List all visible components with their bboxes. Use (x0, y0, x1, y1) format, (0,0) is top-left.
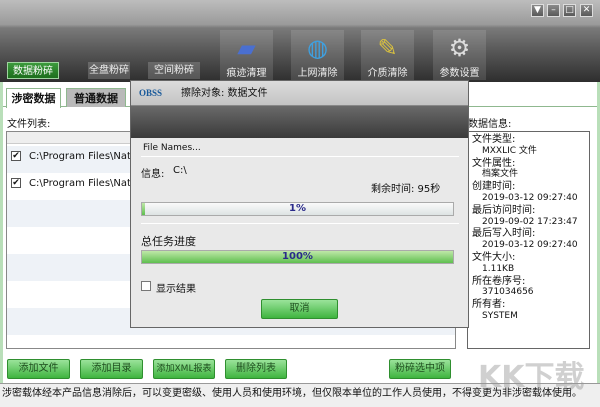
minimize-button[interactable]: – (547, 4, 560, 17)
watermark: KK下载 (478, 360, 585, 395)
info-field-value: MXXLIC 文件 (482, 145, 537, 156)
dialog-banner (131, 106, 468, 138)
tab-disk-shred[interactable]: 全盘粉碎 (88, 62, 130, 79)
total-progress-bar: 100% (141, 250, 454, 264)
separator (141, 156, 459, 157)
checkbox-checked-icon[interactable]: ✔ (11, 151, 21, 161)
separator (141, 223, 459, 224)
info-field-label: 文件大小: (472, 251, 516, 263)
info-field-label: 最后访问时间: (472, 204, 536, 216)
tab-data-shred[interactable]: 数据粉碎 (7, 62, 59, 79)
internet-clean-label: 上网清除 (297, 68, 338, 79)
remaining-time: 剩余时间: 95秒 (371, 184, 441, 195)
globe-icon: ◍ (307, 34, 328, 62)
settings-button[interactable]: ⚙ 参数设置 (433, 30, 486, 80)
obss-logo: OBSS (139, 88, 163, 98)
shred-selected-button[interactable]: 粉碎选中项 (389, 359, 451, 379)
info-field-label: 文件类型: (472, 134, 516, 145)
gear-icon: ⚙ (448, 34, 471, 62)
show-result-checkbox[interactable] (141, 281, 151, 291)
file-names-label: File Names... (143, 143, 201, 153)
shred-progress-dialog: OBSS 擦除对象: 数据文件 File Names... 信息: C:\ 剩余… (130, 80, 469, 328)
info-value: C:\ (173, 165, 187, 176)
info-field-value: SYSTEM (482, 310, 518, 321)
progress-text: 1% (289, 203, 306, 214)
info-field-value: 2019-03-12 09:27:40 (482, 240, 578, 251)
trace-clean-label: 痕迹清理 (226, 68, 267, 79)
info-field-value: 档案文件 (482, 169, 519, 180)
add-directory-button[interactable]: 添加目录 (80, 359, 143, 379)
internet-clean-button[interactable]: ◍ 上网清除 (291, 30, 344, 80)
data-info-label: 数据信息: (468, 119, 512, 130)
cancel-button[interactable]: 取消 (261, 299, 338, 319)
dialog-title: 擦除对象: 数据文件 (181, 88, 268, 99)
add-xml-report-button[interactable]: 添加XML报表 (153, 359, 215, 379)
delete-list-button[interactable]: 删除列表 (225, 359, 287, 379)
dialog-title-bar: OBSS 擦除对象: 数据文件 (131, 81, 468, 106)
total-progress-label: 总任务进度 (141, 235, 196, 248)
trace-clean-button[interactable]: ▰ 痕迹清理 (220, 30, 273, 80)
add-file-button[interactable]: 添加文件 (7, 359, 70, 379)
tab-classified-data[interactable]: 涉密数据 (6, 88, 61, 108)
progress-text: 100% (282, 251, 313, 262)
tab-normal-data[interactable]: 普通数据 (66, 88, 126, 107)
maximize-button[interactable]: □ (563, 4, 576, 17)
info-field-value: 2019-03-12 09:27:40 (482, 192, 578, 203)
tab-space-shred[interactable]: 空间粉碎 (148, 62, 200, 79)
header: ▼ – □ ✕ 数据粉碎 全盘粉碎 空间粉碎 ▰ 痕迹清理 ◍ 上网清除 ✎ 介质清除… (0, 0, 600, 82)
file-progress-bar: 1% (141, 202, 454, 216)
info-field-value: 371034656 (482, 287, 534, 298)
close-button[interactable]: ✕ (580, 4, 593, 17)
brush-icon: ✎ (377, 34, 398, 62)
info-field-label: 文件属性: (472, 157, 516, 169)
info-field-label: 所有者: (472, 299, 506, 311)
info-field-label: 最后写入时间: (472, 228, 536, 240)
media-clean-button[interactable]: ✎ 介质清除 (361, 30, 414, 80)
settings-label: 参数设置 (439, 68, 480, 79)
menu-dropdown-button[interactable]: ▼ (531, 4, 544, 17)
eraser-icon: ▰ (237, 34, 256, 62)
info-label: 信息: (141, 169, 165, 180)
show-result-label: 显示结果 (156, 284, 196, 295)
info-field-label: 创建时间: (472, 181, 516, 193)
info-field-value: 1.11KB (482, 263, 515, 274)
media-clean-label: 介质清除 (367, 68, 408, 79)
data-info-panel: 文件类型: MXXLIC 文件 文件属性: 档案文件 创建时间: 2019-03-12 0… (467, 131, 590, 349)
checkbox-checked-icon[interactable]: ✔ (11, 178, 21, 188)
info-field-value: 2019-09-02 17:23:47 (482, 216, 578, 227)
file-list-label: 文件列表: (7, 119, 51, 130)
info-field-label: 所在卷序号: (472, 275, 526, 287)
